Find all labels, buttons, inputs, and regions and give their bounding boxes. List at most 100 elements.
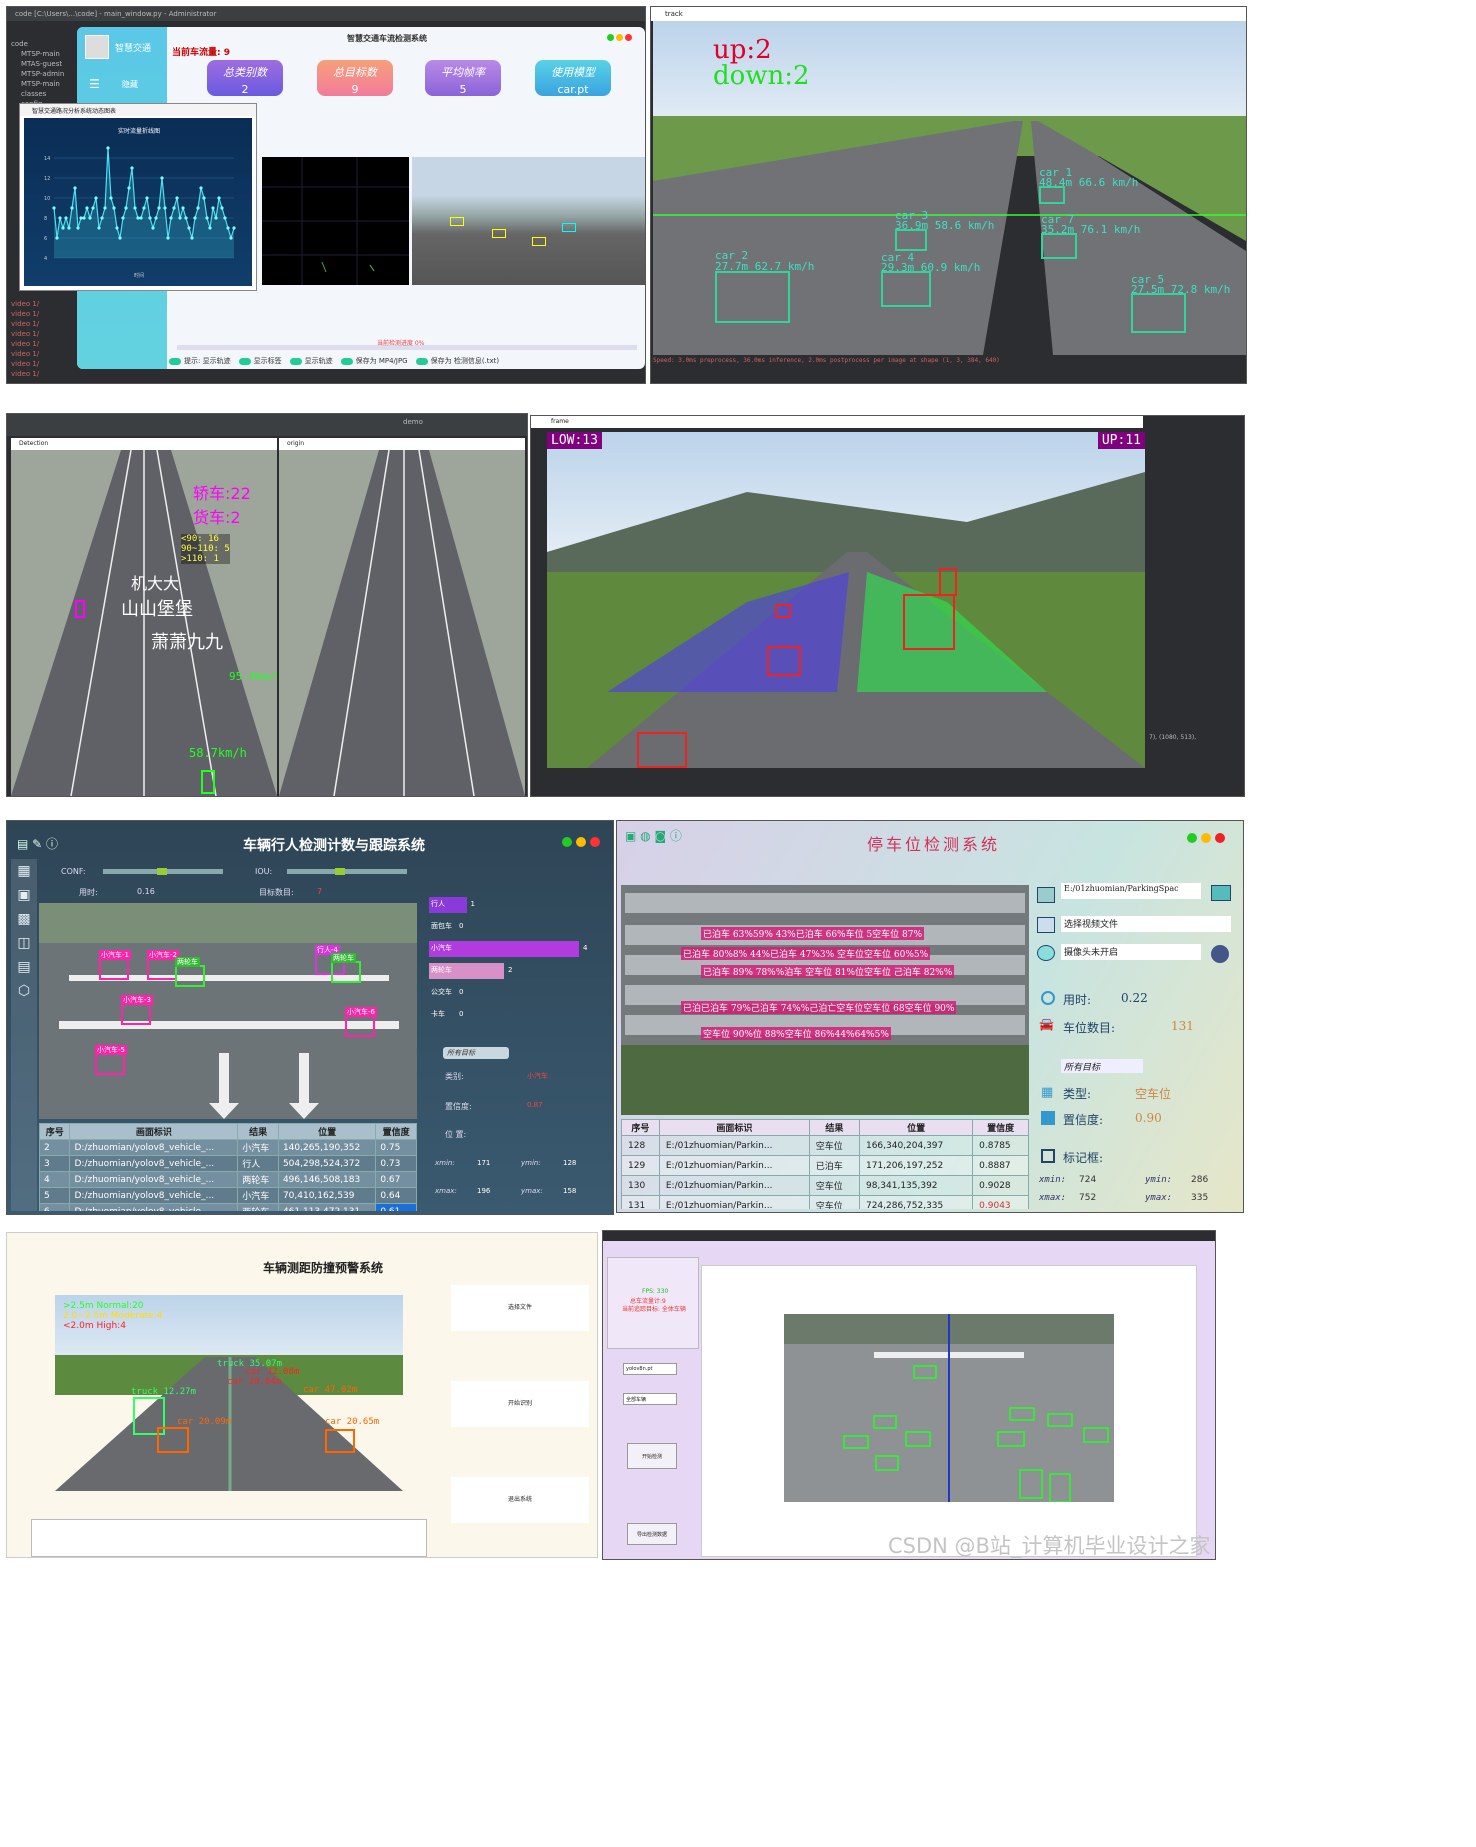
table-row[interactable]: 6D:/zhuomian/yolov8_vehicle_...两轮车461,11… <box>39 1203 417 1211</box>
toggle-switch-icon[interactable] <box>289 357 302 365</box>
card-label: 平均帧率 <box>441 66 485 79</box>
all-targets-select[interactable]: 所有目标 <box>443 1047 509 1059</box>
model-select[interactable]: yolov8n.pt <box>623 1363 677 1375</box>
p6-table[interactable]: 序号 画面标识 结果 位置 置信度 128 E:/01zhuomian/Parkin... 空… <box>621 1119 1029 1209</box>
export-button[interactable]: 导出检测数据 <box>627 1523 677 1545</box>
type-value: 小汽车 <box>527 1072 548 1080</box>
class-bar-row: 面包车 0 <box>429 919 609 935</box>
conf-slider[interactable] <box>103 868 223 875</box>
select-video-field[interactable]: 选择视频文件 <box>1061 916 1231 932</box>
table-header[interactable]: 画面标识 <box>69 1123 239 1140</box>
avatar <box>85 35 109 59</box>
table-header[interactable]: 结果 <box>808 1119 860 1136</box>
toggle-item[interactable]: 保存为 检测信息(.txt) <box>415 355 499 367</box>
tree-item[interactable]: MTSP-main <box>11 49 73 59</box>
exit-button[interactable]: 退出系统 <box>451 1477 589 1523</box>
chart-window: 智慧交通路况分析系统动态图表 实时流量折线图 4 6 8 10 12 14 时间 <box>19 103 257 291</box>
flow-point <box>214 216 218 220</box>
tree-item[interactable]: code <box>11 39 73 49</box>
table-header[interactable]: 位置 <box>858 1119 974 1136</box>
start-button[interactable]: 开始识别 <box>451 1381 589 1427</box>
tree-item[interactable]: MTSP-main <box>11 79 73 89</box>
car-box-1: car 1 48.4m 66.6 km/h <box>1039 166 1138 204</box>
parking-label-row: 已泊车 63%59% 43%已泊车 66%车位 5空车位 87% <box>701 927 925 940</box>
stat-card-model: 使用模型 car.pt <box>535 60 611 96</box>
tree-item[interactable]: classes <box>11 89 73 99</box>
folder-icon[interactable] <box>1211 885 1231 901</box>
hide-button[interactable]: 隐藏 <box>122 79 138 90</box>
card-value: car.pt <box>557 83 589 96</box>
start-button[interactable]: 开始检测 <box>627 1443 677 1469</box>
table-header[interactable]: 结果 <box>237 1123 279 1140</box>
table-header[interactable]: 画面标识 <box>658 1119 810 1136</box>
p6-toolbar-icons[interactable]: ▣ ◍ ◙ ⓘ <box>625 827 682 844</box>
iou-slider[interactable] <box>287 868 407 875</box>
p5-table[interactable]: 序号 画面标识 结果 位置 置信度 2 D:/zhuomian/yolov8_vehicle… <box>39 1123 417 1211</box>
menu-icon[interactable]: ☰ <box>89 77 100 91</box>
table-row[interactable]: 5 D:/zhuomian/yolov8_vehicle_... 小汽车 70,410… <box>39 1187 417 1204</box>
table-header[interactable]: 位置 <box>277 1123 377 1140</box>
toggle-switch-icon[interactable] <box>415 357 428 365</box>
flow-point <box>217 196 221 200</box>
p5-sidebar[interactable]: ▦ ▣ ▩ ◫ ▤ ⬡ <box>11 859 37 1211</box>
table-row[interactable]: 131 E:/01zhuomian/Parkin... 空车位 724,286,752… <box>621 1195 1029 1209</box>
ymin-value: 286 <box>1191 1175 1209 1185</box>
table-row[interactable]: 3 D:/zhuomian/yolov8_vehicle_... 行人 504,298… <box>39 1155 417 1172</box>
type-icon: ▦ <box>1041 1085 1054 1100</box>
p7-title: 车辆测距防撞预警系统 <box>263 1261 384 1275</box>
progress-text: 当前检测进度 0% <box>377 340 425 347</box>
tree-item[interactable]: MTSP-admin <box>11 69 73 79</box>
settings-icon[interactable] <box>1211 945 1229 963</box>
table-header[interactable]: 序号 <box>39 1123 71 1140</box>
video-log-line: video 1/ <box>11 330 40 338</box>
flow-point <box>139 216 143 220</box>
vehicle-box <box>562 223 576 232</box>
toggle-item[interactable]: 提示: 显示轨迹 <box>169 355 231 367</box>
flow-point <box>223 216 227 220</box>
table-cell: 98,341,135,392 <box>858 1175 974 1196</box>
toggle-switch-icon[interactable] <box>238 357 251 365</box>
xmax-label: xmax: <box>1039 1193 1067 1203</box>
flow-point <box>127 186 131 190</box>
table-header[interactable]: 序号 <box>621 1119 660 1136</box>
toggle-switch-icon[interactable] <box>169 357 181 365</box>
flow-point <box>76 226 80 230</box>
class-bar-label: 卡车 <box>431 1010 445 1018</box>
panel-vehicle-pedestrian: ▤ ✎ ⓘ 车辆行人检测计数与跟踪系统 ▦ ▣ ▩ ◫ ▤ ⬡ CONF: IOU: 用时… <box>6 820 614 1215</box>
table-row[interactable]: 128 E:/01zhuomian/Parkin... 空车位 166,340,204… <box>621 1135 1029 1156</box>
table-row[interactable]: 4 D:/zhuomian/yolov8_vehicle_... 两轮车 496,14… <box>39 1171 417 1188</box>
table-cell: 0.9043 <box>972 1195 1029 1209</box>
toggle-switch-icon[interactable] <box>340 357 353 365</box>
path-input[interactable]: E:/01zhuomian/ParkingSpac <box>1061 883 1201 899</box>
label-car-47: car 47.02m <box>303 1385 358 1395</box>
table-cell: 0.73 <box>375 1155 417 1172</box>
table-cell: E:/01zhuomian/Parkin... <box>658 1195 810 1209</box>
log-textarea[interactable] <box>31 1519 427 1557</box>
toggle-item[interactable]: 保存为 MP4/JPG <box>340 355 408 367</box>
table-header[interactable]: 置信度 <box>972 1119 1029 1136</box>
toggle-item[interactable]: 显示标签 <box>238 355 282 367</box>
tree-item[interactable]: MTAS-guest <box>11 59 73 69</box>
table-header[interactable]: 置信度 <box>375 1123 417 1140</box>
camera-icon[interactable] <box>1037 945 1055 961</box>
car-box-2: car 2 27.7m 62.7 km/h <box>715 249 814 323</box>
flow-point <box>70 206 74 210</box>
table-row[interactable]: 129 E:/01zhuomian/Parkin... 已泊车 171,206,197… <box>621 1155 1029 1176</box>
all-targets-select[interactable]: 所有目标 <box>1061 1059 1143 1073</box>
toggle-item[interactable]: 显示轨迹 <box>289 355 333 367</box>
ymin-label: ymin: <box>521 1159 541 1167</box>
target-select[interactable]: 全部车辆 <box>623 1393 677 1405</box>
table-cell: 2 <box>39 1139 71 1156</box>
table-row[interactable]: 2 D:/zhuomian/yolov8_vehicle_... 小汽车 140,26… <box>39 1139 417 1156</box>
camera-field[interactable]: 摄像头未开启 <box>1061 944 1201 960</box>
video-icon[interactable] <box>1037 917 1055 933</box>
p5-toolbar-icons[interactable]: ▤ ✎ ⓘ <box>17 835 58 852</box>
chart-window-title: 智慧交通路况分析系统动态图表 <box>20 104 256 116</box>
chart-area: 实时流量折线图 4 6 8 10 12 14 时间 <box>24 118 252 286</box>
box-label: 标记框: <box>1063 1151 1104 1165</box>
select-file-button[interactable]: 选择文件 <box>451 1285 589 1331</box>
file-icon[interactable] <box>1037 887 1055 903</box>
conf-icon <box>1041 1111 1055 1125</box>
table-row[interactable]: 130 E:/01zhuomian/Parkin... 空车位 98,341,135,… <box>621 1175 1029 1196</box>
flow-line-chart: 4 6 8 10 12 14 <box>44 146 236 262</box>
